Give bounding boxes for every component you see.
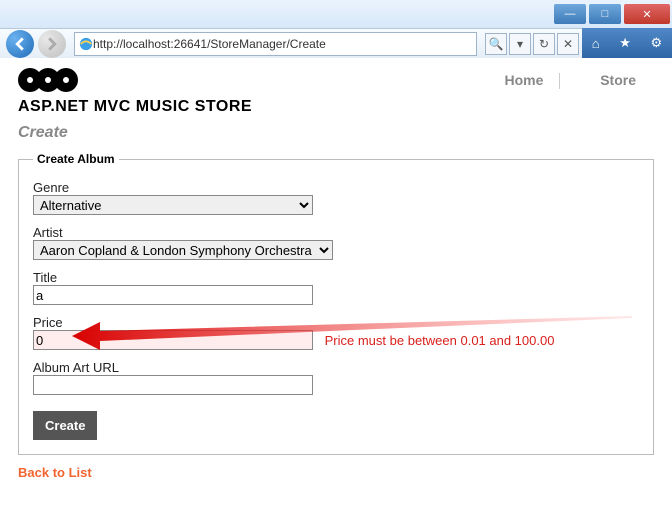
browser-window: — □ ✕ http://localhost:26641/StoreManage…	[0, 0, 672, 505]
address-dropdown-button[interactable]: ▾	[509, 33, 531, 55]
title-input[interactable]	[33, 285, 313, 305]
favorites-icon[interactable]: ★	[619, 35, 631, 51]
album-art-url-label: Album Art URL	[33, 360, 639, 375]
disc-icon	[54, 68, 78, 92]
nav-home-link[interactable]: Home	[493, 72, 556, 88]
title-field: Title	[33, 270, 639, 305]
album-art-url-input[interactable]	[33, 375, 313, 395]
address-bar[interactable]: http://localhost:26641/StoreManager/Crea…	[74, 32, 477, 56]
artist-select[interactable]: Aaron Copland & London Symphony Orchestr…	[33, 240, 333, 260]
genre-select[interactable]: Alternative	[33, 195, 313, 215]
create-album-fieldset: Create Album Genre Alternative Artist Aa…	[18, 152, 654, 455]
back-to-list-link[interactable]: Back to List	[18, 465, 92, 480]
window-close-button[interactable]: ✕	[624, 4, 670, 24]
nav-back-button[interactable]	[6, 30, 34, 58]
tools-icon[interactable]: ⚙	[651, 35, 663, 51]
browser-toolbar: http://localhost:26641/StoreManager/Crea…	[0, 29, 672, 60]
title-label: Title	[33, 270, 639, 285]
window-minimize-button[interactable]: —	[554, 4, 586, 24]
address-controls: 🔍 ▾ ↻ ✕	[485, 33, 579, 55]
nav-forward-button[interactable]	[38, 30, 66, 58]
refresh-button[interactable]: ↻	[533, 33, 555, 55]
album-art-url-field: Album Art URL	[33, 360, 639, 395]
home-icon[interactable]: ⌂	[592, 36, 600, 51]
address-url: http://localhost:26641/StoreManager/Crea…	[93, 37, 326, 51]
genre-field: Genre Alternative	[33, 180, 639, 215]
stop-button[interactable]: ✕	[557, 33, 579, 55]
search-dropdown-button[interactable]: 🔍	[485, 33, 507, 55]
nav-divider	[559, 73, 584, 89]
fieldset-legend: Create Album	[33, 152, 119, 166]
price-field: Price Price must be between 0.01 and 100…	[33, 315, 639, 350]
price-label: Price	[33, 315, 639, 330]
window-maximize-button[interactable]: □	[589, 4, 621, 24]
top-nav: Home Store	[493, 72, 648, 89]
page-content: Home Store ASP.NET MVC MUSIC STORE Creat…	[0, 58, 672, 505]
artist-label: Artist	[33, 225, 639, 240]
site-title: ASP.NET MVC MUSIC STORE	[18, 98, 654, 116]
price-error-message: Price must be between 0.01 and 100.00	[325, 333, 555, 348]
artist-field: Artist Aaron Copland & London Symphony O…	[33, 225, 639, 260]
price-input[interactable]	[33, 330, 313, 350]
genre-label: Genre	[33, 180, 639, 195]
ie-icon	[79, 37, 93, 51]
magnifier-icon: 🔍	[488, 37, 503, 51]
nav-store-link[interactable]: Store	[588, 72, 648, 88]
window-titlebar: — □ ✕	[0, 0, 672, 29]
create-button[interactable]: Create	[33, 411, 97, 440]
command-bar: ⌂ ★ ⚙	[582, 28, 672, 58]
page-heading: Create	[18, 124, 654, 142]
